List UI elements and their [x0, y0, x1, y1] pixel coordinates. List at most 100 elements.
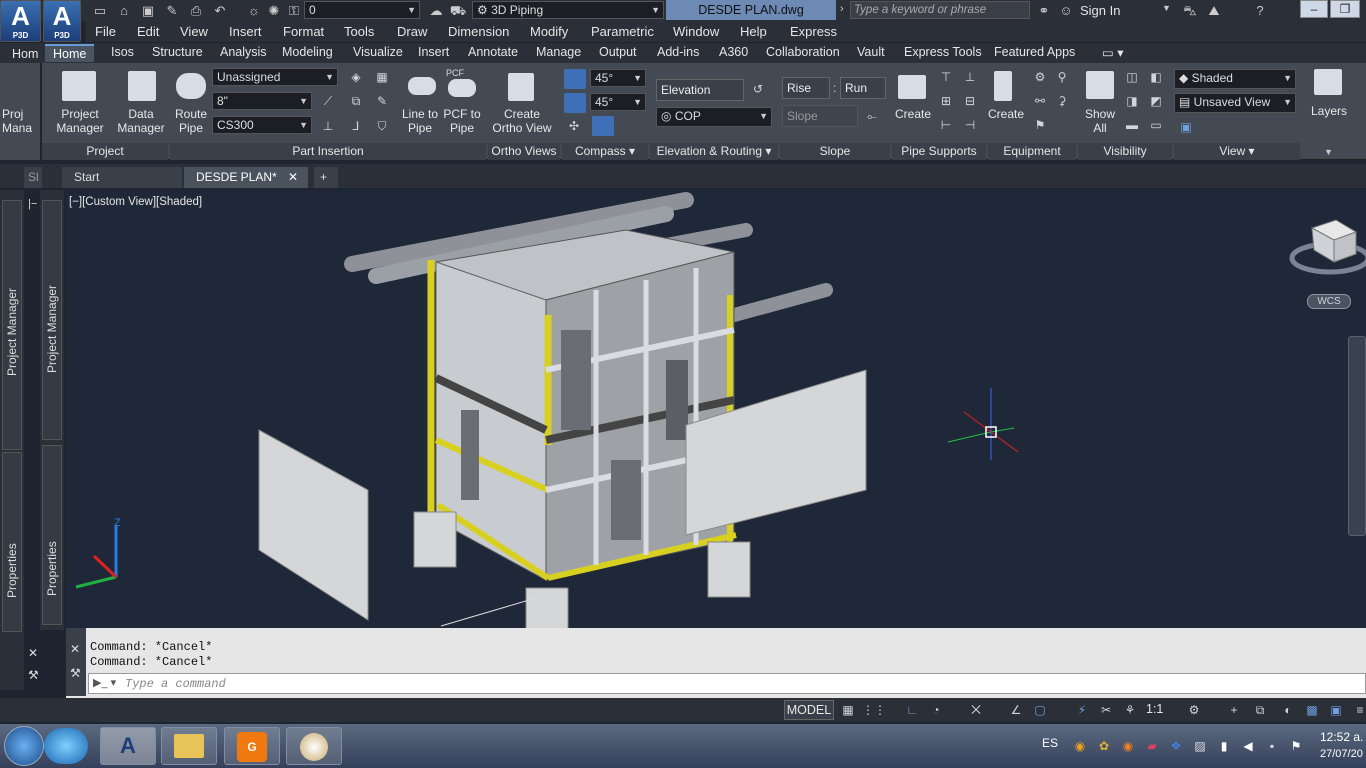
support-type2-icon[interactable]: ⊥ — [962, 69, 978, 85]
autoscale-icon[interactable]: ⚘ — [1122, 702, 1138, 718]
user-icon[interactable]: ☺ — [1056, 2, 1076, 19]
tray-app-icon[interactable]: ◉ — [1072, 738, 1088, 754]
menu-view[interactable]: View — [180, 24, 208, 39]
command-prompt-icon[interactable]: ▶_ ▾ — [93, 676, 116, 689]
menu-format[interactable]: Format — [283, 24, 324, 39]
volume-icon[interactable]: ◀ — [1240, 738, 1256, 754]
wcs-menu[interactable]: WCS — [1307, 294, 1351, 309]
visibility-icon[interactable]: ✂ — [1098, 702, 1114, 718]
compass-angle-icon[interactable] — [564, 69, 586, 89]
taskbar-plant3d[interactable]: A — [100, 727, 156, 765]
route-pipe-button[interactable]: Route Pipe — [170, 107, 212, 135]
create-ortho-view-button[interactable]: Create Ortho View — [488, 107, 556, 135]
plus-icon[interactable]: + — [1226, 702, 1242, 718]
layer-dropdown[interactable]: 0 ▼ — [304, 1, 420, 19]
command-input[interactable]: Type a command — [125, 677, 226, 691]
equipment-attach-icon[interactable]: ⚯ — [1032, 93, 1048, 109]
new-icon[interactable]: ▭ — [90, 2, 110, 19]
dropbox-icon[interactable]: ❖ — [1168, 738, 1184, 754]
snap-mode-icon[interactable]: ⋮⋮ — [862, 702, 886, 718]
tab-isos[interactable]: Isos — [111, 45, 134, 59]
menu-edit[interactable]: Edit — [137, 24, 159, 39]
support-icon[interactable]: ⊥ — [320, 118, 336, 134]
app-logo-button[interactable]: A P3D — [43, 0, 81, 42]
tag-icon[interactable]: ◈ — [348, 69, 364, 85]
bulb-icon[interactable]: ☼ — [244, 2, 264, 19]
clock-date[interactable]: 27/07/20 — [1320, 748, 1363, 760]
tab-document[interactable]: DESDE PLAN* ✕ — [184, 167, 308, 188]
tab-featured-apps[interactable]: Featured Apps — [994, 45, 1075, 59]
tab-home-clipped[interactable]: Hom — [12, 47, 38, 61]
customize-icon[interactable]: ≡ — [1352, 702, 1366, 718]
project-manager-icon[interactable] — [62, 71, 96, 101]
equipment-tag-icon[interactable]: ⚑ — [1032, 117, 1048, 133]
route-pipe-icon[interactable] — [176, 73, 206, 99]
otrack-icon[interactable]: ▢ — [1032, 702, 1048, 718]
restore-button[interactable]: ❐ — [1330, 0, 1360, 18]
flag-icon[interactable]: ⚑ — [1288, 738, 1304, 754]
slope-field[interactable]: Slope — [782, 105, 858, 127]
chevron-down-icon[interactable]: ▼ — [1162, 3, 1171, 13]
menu-help[interactable]: Help — [740, 24, 767, 39]
clean-screen-icon[interactable]: ▣ — [1328, 702, 1344, 718]
run-field[interactable]: Run — [840, 77, 886, 99]
search-input[interactable]: Type a keyword or phrase — [850, 1, 1030, 19]
data-manager-icon[interactable] — [128, 71, 156, 101]
undo-icon[interactable]: ↶ — [210, 2, 230, 19]
slope-tool-icon[interactable]: ⟋ — [320, 93, 336, 109]
sign-in-button[interactable]: Sign In — [1080, 3, 1120, 18]
pipe-spec-dropdown[interactable]: CS300 ▼ — [212, 116, 312, 134]
tray-app-icon[interactable]: ▨ — [1192, 738, 1208, 754]
wrench-icon[interactable]: ⚒ — [70, 666, 81, 680]
isolate-icon[interactable]: ◫ — [1124, 69, 1140, 85]
layers-icon[interactable] — [1314, 69, 1342, 95]
visibility-filter-icon[interactable]: ▬ — [1124, 117, 1140, 133]
navigation-bar[interactable] — [1348, 336, 1366, 536]
compass-rotate-dropdown[interactable]: 45° ▼ — [590, 93, 646, 111]
print-icon[interactable]: ⎙ — [186, 2, 206, 19]
pcf-to-pipe-icon[interactable] — [448, 79, 476, 97]
new-tab-button[interactable]: + — [314, 167, 338, 188]
layers-button[interactable]: Layers — [1304, 104, 1354, 118]
annotation-scale[interactable]: 1:1 — [1146, 702, 1163, 716]
tab-vault[interactable]: Vault — [857, 45, 885, 59]
command-line[interactable]: ▶_ ▾ Type a command — [88, 673, 1366, 694]
visibility-toggle-icon[interactable]: ◩ — [1148, 93, 1164, 109]
close-icon[interactable]: ✕ — [70, 642, 80, 656]
open-icon[interactable]: ⌂ — [114, 2, 134, 19]
shield-icon[interactable]: ⛉ — [374, 118, 390, 134]
menu-file[interactable]: File — [95, 24, 116, 39]
pipe-support-icon[interactable] — [898, 75, 926, 99]
hide-icon[interactable]: ◧ — [1148, 69, 1164, 85]
panel-title-compass[interactable]: Compass ▾ — [562, 143, 648, 160]
polar-icon[interactable]: ◔ — [928, 702, 944, 718]
cart-icon[interactable]: ⛍ — [1180, 2, 1200, 19]
show-all-icon[interactable] — [1086, 71, 1114, 99]
menu-draw[interactable]: Draw — [397, 24, 427, 39]
tab-analysis[interactable]: Analysis — [220, 45, 267, 59]
tab-collaboration[interactable]: Collaboration — [766, 45, 840, 59]
cop-dropdown[interactable]: ◎ COP ▼ — [656, 107, 772, 127]
menu-insert[interactable]: Insert — [229, 24, 262, 39]
create-support-button[interactable]: Create — [892, 107, 934, 121]
viewport-config-icon[interactable]: ▣ — [1178, 119, 1194, 135]
quick-props-icon[interactable]: ⧉ — [1252, 702, 1268, 718]
osnap-icon[interactable]: ∠ — [1008, 702, 1024, 718]
tab-a360[interactable]: A360 — [719, 45, 748, 59]
panel-title-view[interactable]: View ▾ — [1174, 143, 1300, 160]
taskbar-explorer[interactable] — [161, 727, 217, 765]
autodesk-icon[interactable]: ⛰ — [1204, 2, 1224, 19]
slope-icon[interactable]: ⟜ — [864, 108, 880, 124]
tab-visualize[interactable]: Visualize — [353, 45, 403, 59]
elevation-field[interactable]: Elevation — [656, 79, 744, 101]
minimize-button[interactable]: – — [1300, 0, 1328, 18]
tray-app-icon[interactable]: ✿ — [1096, 738, 1112, 754]
compass-toggle-icon[interactable] — [592, 116, 614, 136]
binoculars-icon[interactable]: ⚭ — [1034, 2, 1054, 19]
menu-dimension[interactable]: Dimension — [448, 24, 509, 39]
gear-icon[interactable]: ⚙ — [1186, 702, 1202, 718]
sun-icon[interactable]: ✺ — [264, 2, 284, 19]
clock-time[interactable]: 12:52 a. — [1320, 730, 1363, 744]
equipment-icon[interactable] — [994, 71, 1012, 101]
annotation-icon[interactable]: ⚡ — [1074, 702, 1090, 718]
